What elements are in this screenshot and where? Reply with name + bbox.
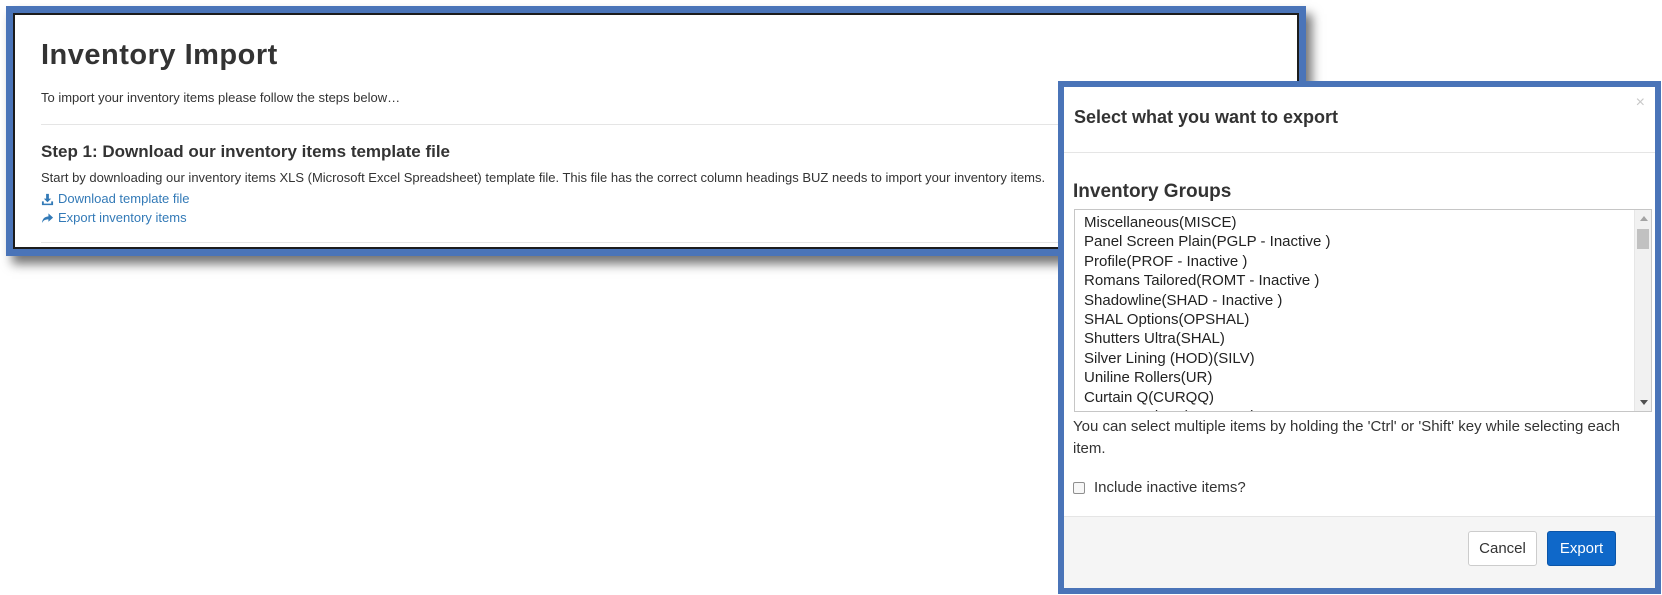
list-item[interactable]: Shadowline(SHAD - Inactive ) [1075,291,1633,310]
listbox-scrollbar[interactable] [1634,210,1651,411]
download-template-label: Download template file [58,191,190,206]
scroll-up-arrow-icon[interactable] [1635,210,1651,227]
list-item[interactable]: Curtain Q(CURQQ) [1075,388,1633,407]
export-modal: Select what you want to export × Invento… [1058,81,1661,594]
close-icon[interactable]: × [1636,95,1645,111]
list-item[interactable]: Profile(PROF - Inactive ) [1075,252,1633,271]
include-inactive-option[interactable]: Include inactive items? [1073,479,1246,496]
page-title: Inventory Import [41,39,278,71]
list-item[interactable]: SHAL Options(OPSHAL) [1075,310,1633,329]
share-arrow-icon [41,212,54,223]
list-item[interactable]: JBM Curtain Q(JCURQQ) [1075,407,1633,411]
scrollbar-thumb[interactable] [1637,229,1649,249]
include-inactive-checkbox[interactable] [1073,481,1085,494]
inventory-groups-listbox[interactable]: Miscellaneous(MISCE) Panel Screen Plain(P… [1074,209,1652,412]
cancel-button[interactable]: Cancel [1468,531,1537,566]
download-icon [41,193,54,205]
export-inventory-label: Export inventory items [58,210,187,225]
inventory-groups-list: Miscellaneous(MISCE) Panel Screen Plain(P… [1075,213,1633,411]
modal-footer: Cancel Export [1064,516,1655,588]
list-item[interactable]: Shutters Ultra(SHAL) [1075,329,1633,348]
export-button[interactable]: Export [1547,531,1616,566]
list-item[interactable]: Miscellaneous(MISCE) [1075,213,1633,232]
modal-title: Select what you want to export [1074,107,1339,127]
scroll-down-arrow-icon[interactable] [1635,394,1651,411]
include-inactive-label: Include inactive items? [1094,479,1246,496]
inventory-groups-heading: Inventory Groups [1073,181,1232,202]
multi-select-help-text: You can select multiple items by holding… [1073,418,1621,457]
list-item[interactable]: Romans Tailored(ROMT - Inactive ) [1075,271,1633,290]
list-item[interactable]: Panel Screen Plain(PGLP - Inactive ) [1075,232,1633,251]
modal-header: Select what you want to export × [1064,87,1655,153]
list-item[interactable]: Uniline Rollers(UR) [1075,368,1633,387]
list-item[interactable]: Silver Lining (HOD)(SILV) [1075,349,1633,368]
